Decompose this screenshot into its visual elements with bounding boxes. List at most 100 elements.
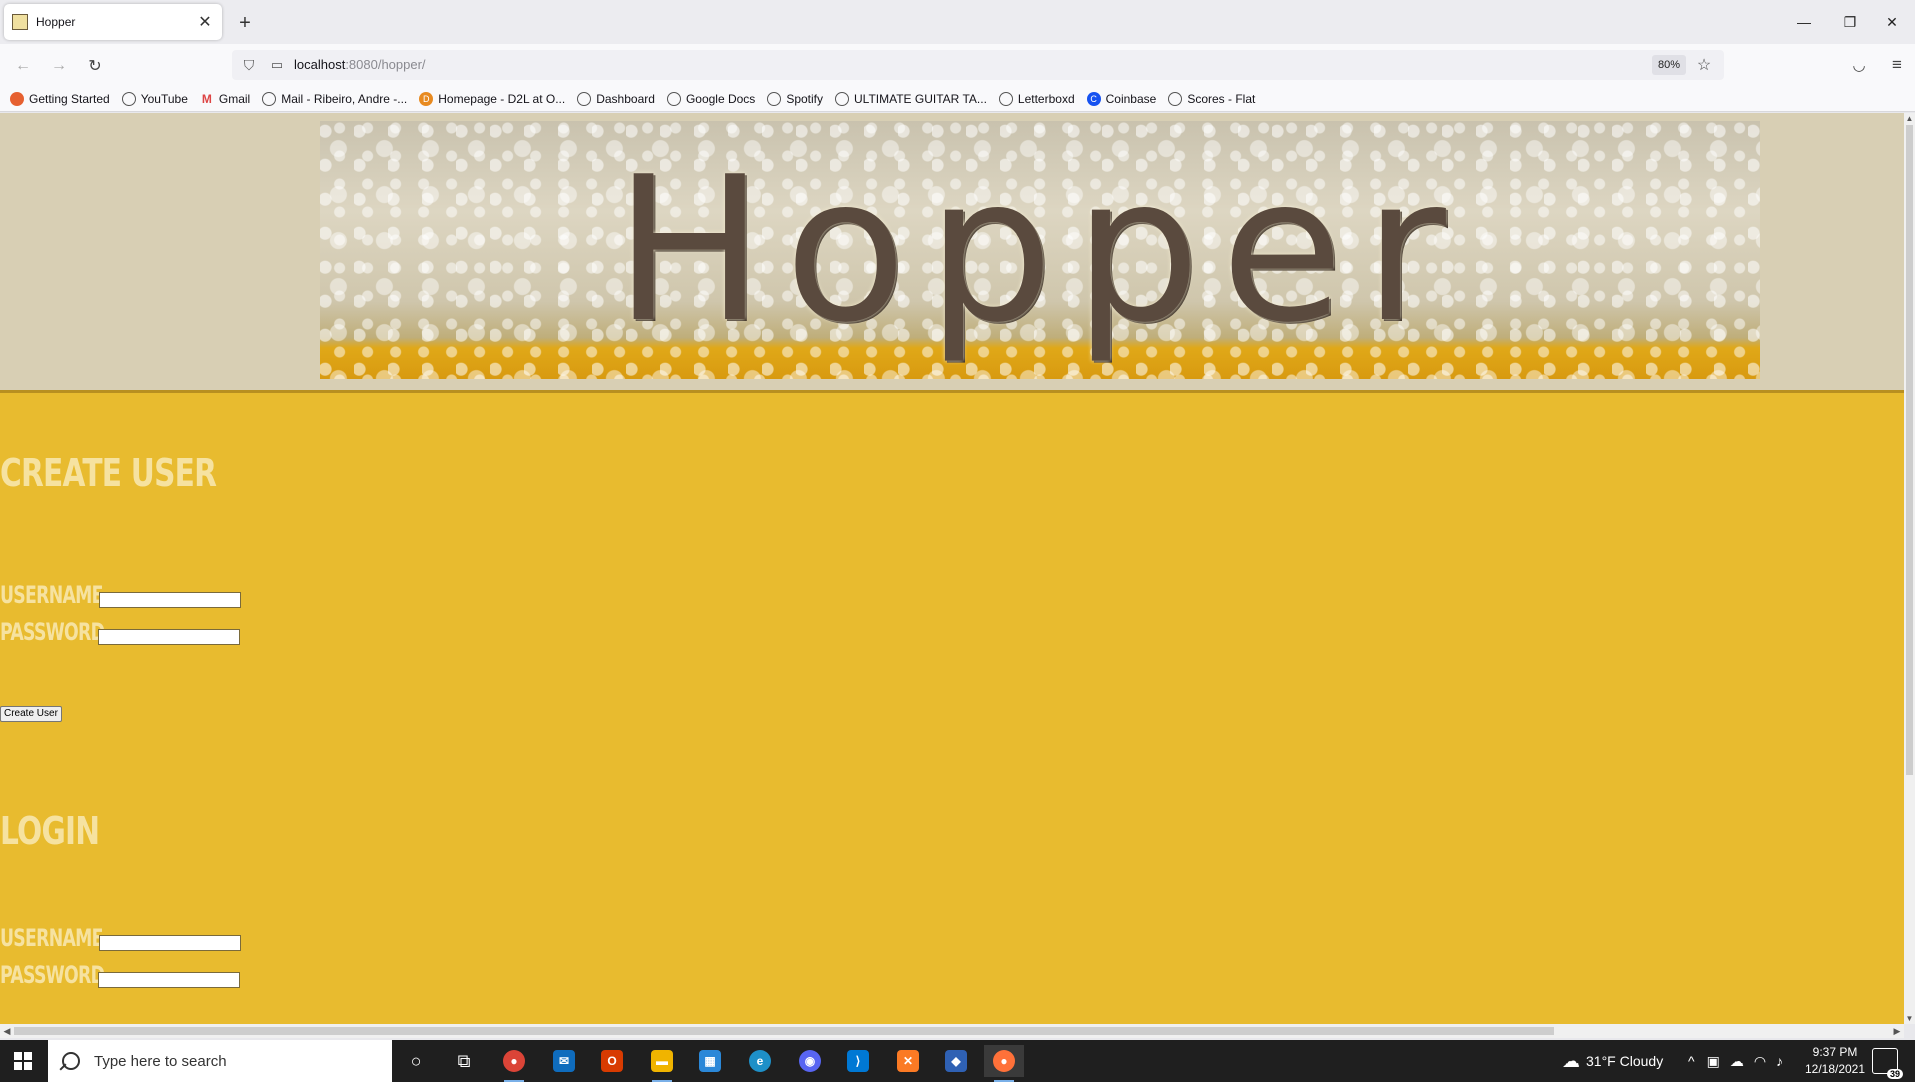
create-password-input[interactable]: [98, 629, 240, 645]
tab-hopper[interactable]: Hopper ✕: [4, 4, 222, 40]
bookmark-coinbase[interactable]: C Coinbase: [1086, 91, 1156, 106]
search-placeholder: Type here to search: [94, 1052, 227, 1070]
banner-title: Hopper: [614, 133, 1466, 367]
scroll-left-icon[interactable]: ◀: [0, 1024, 14, 1038]
bookmark-gmail[interactable]: M Gmail: [200, 92, 250, 106]
minimize-icon[interactable]: —: [1781, 6, 1827, 38]
taskbar-clock[interactable]: 9:37 PM 12/18/2021: [1804, 1044, 1866, 1078]
office-icon[interactable]: O: [592, 1045, 632, 1077]
shield-icon[interactable]: ⛉: [240, 56, 258, 74]
virtualbox-icon[interactable]: ◆: [936, 1045, 976, 1077]
scroll-down-icon[interactable]: ▼: [1904, 1013, 1915, 1024]
url-text[interactable]: localhost:8080/hopper/: [294, 57, 426, 72]
main-content: CREATE USER USERNAME PASSWORD Create Use…: [0, 390, 1904, 1024]
bookmark-star-icon[interactable]: ☆: [1694, 55, 1714, 75]
scroll-up-icon[interactable]: ▲: [1904, 113, 1915, 124]
bookmark-d2l[interactable]: D Homepage - D2L at O...: [419, 91, 566, 106]
horizontal-scrollbar[interactable]: ◀ ▶: [0, 1024, 1904, 1038]
reload-icon[interactable]: ↻: [82, 53, 108, 79]
globe-icon: [998, 91, 1013, 106]
back-icon[interactable]: ←: [10, 53, 36, 79]
bookmark-label: Google Docs: [685, 91, 756, 106]
gmail-icon: M: [201, 91, 212, 106]
search-icon: [62, 1052, 80, 1070]
discord-icon[interactable]: ◉: [790, 1045, 830, 1077]
vscode-icon[interactable]: ⟩: [838, 1045, 878, 1077]
bookmark-google-docs[interactable]: Google Docs: [666, 91, 756, 106]
bookmark-label: Homepage - D2L at O...: [438, 91, 566, 106]
firefox-taskbar-icon[interactable]: ●: [984, 1045, 1024, 1082]
tab-strip: Hopper ✕ + — ❐ ✕: [0, 0, 1915, 44]
bookmark-mail[interactable]: Mail - Ribeiro, Andre -...: [262, 91, 408, 106]
bookmark-letterboxd[interactable]: Letterboxd: [998, 91, 1075, 106]
login-password-input[interactable]: [98, 972, 240, 988]
bookmark-dashboard[interactable]: Dashboard: [577, 91, 655, 106]
bookmark-label: Mail - Ribeiro, Andre -...: [281, 91, 408, 106]
page-info-icon[interactable]: ▭: [268, 56, 286, 74]
cortana-icon[interactable]: ○: [396, 1045, 436, 1077]
globe-icon: [666, 91, 681, 106]
weather-widget[interactable]: ☁ 31°F Cloudy: [1562, 1040, 1663, 1082]
zoom-level[interactable]: 80%: [1651, 55, 1686, 75]
volume-icon[interactable]: ♪: [1776, 1053, 1783, 1069]
globe-icon: [1168, 91, 1183, 106]
system-tray: ^ ▣ ☁ ◠ ♪: [1688, 1040, 1783, 1082]
onedrive-icon[interactable]: ☁: [1730, 1053, 1744, 1070]
new-tab-icon[interactable]: +: [232, 10, 258, 36]
horizontal-scroll-thumb[interactable]: [14, 1027, 1554, 1035]
edge-icon[interactable]: e: [740, 1045, 780, 1077]
task-view-icon[interactable]: ⧉: [444, 1045, 484, 1077]
windows-start-button[interactable]: [0, 1040, 46, 1082]
microsoft-store-icon[interactable]: ▦: [690, 1045, 730, 1077]
windows-logo-icon: [14, 1052, 32, 1070]
scroll-right-icon[interactable]: ▶: [1890, 1024, 1904, 1038]
chevron-up-icon[interactable]: ^: [1688, 1053, 1695, 1069]
bookmark-label: YouTube: [140, 91, 188, 106]
close-window-icon[interactable]: ✕: [1869, 6, 1915, 38]
hamburger-menu-icon[interactable]: ≡: [1884, 52, 1910, 78]
bookmark-label: Spotify: [786, 91, 823, 106]
create-username-label: USERNAME: [0, 581, 103, 609]
bookmark-label: Gmail: [218, 91, 251, 106]
bookmark-spotify[interactable]: Spotify: [767, 91, 823, 106]
url-bar[interactable]: ⛉ ▭ localhost:8080/hopper/ 80% ☆: [232, 50, 1724, 80]
login-password-label: PASSWORD: [0, 961, 105, 989]
notification-count: 39: [1886, 1069, 1903, 1079]
login-username-label: USERNAME: [0, 924, 103, 952]
bookmarks-toolbar: Getting Started YouTube M Gmail Mail - Ri…: [0, 86, 1915, 112]
forward-icon[interactable]: →: [46, 53, 72, 79]
weather-text: 31°F Cloudy: [1586, 1053, 1664, 1069]
file-explorer-icon[interactable]: ▬: [642, 1045, 682, 1082]
xampp-icon[interactable]: ✕: [888, 1045, 928, 1077]
cloud-icon: ☁: [1562, 1050, 1580, 1071]
vertical-scroll-thumb[interactable]: [1906, 125, 1913, 775]
bookmark-label: Scores - Flat: [1187, 91, 1256, 106]
globe-icon: [835, 91, 849, 106]
globe-icon: [121, 91, 136, 106]
close-tab-icon[interactable]: ✕: [194, 11, 216, 33]
chrome-icon[interactable]: ●: [494, 1045, 534, 1082]
create-password-label: PASSWORD: [0, 618, 105, 646]
bookmark-youtube[interactable]: YouTube: [121, 91, 188, 106]
clock-time: 9:37 PM: [1812, 1045, 1858, 1059]
vertical-scrollbar[interactable]: ▲ ▼: [1904, 113, 1915, 1024]
bookmark-getting-started[interactable]: Getting Started: [10, 91, 110, 106]
bookmark-label: Dashboard: [596, 91, 655, 106]
create-username-input[interactable]: [99, 592, 241, 608]
d2l-icon: D: [419, 91, 434, 106]
create-user-button[interactable]: Create User: [0, 706, 62, 722]
notification-center-icon[interactable]: 39: [1872, 1048, 1903, 1079]
page-favicon-icon: [12, 14, 28, 30]
coinbase-icon: C: [1086, 91, 1101, 106]
pocket-icon[interactable]: ◡: [1846, 52, 1872, 78]
bookmark-scores-flat[interactable]: Scores - Flat: [1168, 91, 1256, 106]
login-username-input[interactable]: [99, 935, 241, 951]
taskbar-search[interactable]: Type here to search: [48, 1040, 392, 1082]
mail-icon[interactable]: ✉: [544, 1045, 584, 1077]
restore-icon[interactable]: ❐: [1827, 6, 1873, 38]
wifi-icon[interactable]: ◠: [1754, 1053, 1766, 1070]
windows-taskbar: Type here to search ○ ⧉ ● ✉ O ▬ ▦ e ◉ ⟩ …: [0, 1040, 1915, 1082]
bookmark-ultimate-guitar[interactable]: ULTIMATE GUITAR TA...: [835, 91, 987, 106]
globe-icon: [577, 91, 592, 106]
meet-now-icon[interactable]: ▣: [1707, 1053, 1720, 1070]
